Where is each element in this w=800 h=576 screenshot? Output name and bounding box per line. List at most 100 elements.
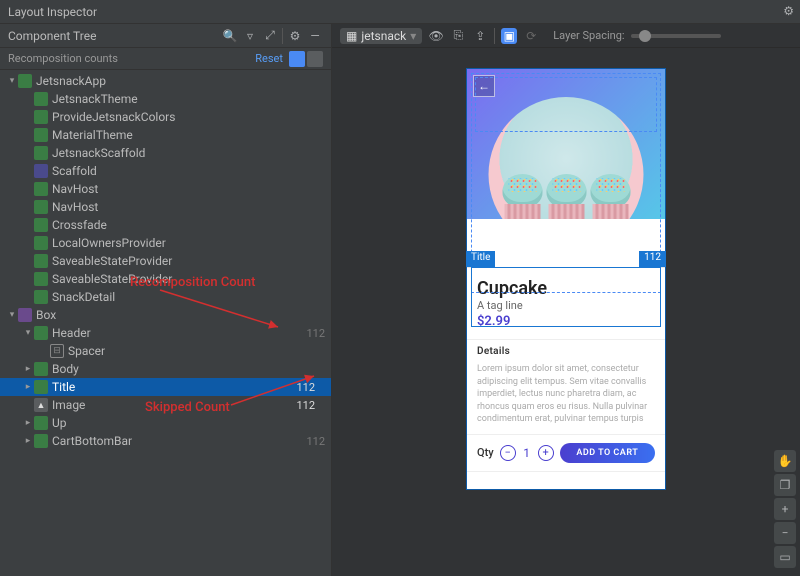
refresh-icon[interactable]: ⟳	[523, 28, 539, 44]
canvas-tools: ✋ ❐ + − ▭	[774, 450, 796, 568]
tree-row[interactable]: JetsnackTheme	[0, 90, 331, 108]
node-label: Header	[52, 326, 275, 340]
chevron-icon[interactable]: ▾	[6, 310, 18, 320]
qty-increment[interactable]: +	[538, 445, 554, 461]
settings-gear-icon[interactable]: ⚙	[783, 4, 794, 18]
node-label: SaveableStateProvider	[52, 254, 325, 268]
node-label: SaveableStateProvider	[52, 272, 325, 286]
pan-icon[interactable]: ✋	[774, 450, 796, 472]
eye-icon[interactable]: 👁	[428, 28, 444, 44]
app-selector[interactable]: ▦jetsnack▾	[340, 28, 422, 44]
compose-icon	[34, 326, 48, 340]
spacer-icon: ⊟	[50, 344, 64, 358]
tree-row[interactable]: NavHost	[0, 198, 331, 216]
zoom-in-icon[interactable]: +	[774, 498, 796, 520]
node-label: Image	[52, 398, 275, 412]
tree-row[interactable]: ▾JetsnackApp	[0, 72, 331, 90]
node-label: JetsnackTheme	[52, 92, 325, 106]
chevron-icon[interactable]: ▸	[22, 418, 34, 428]
compose-icon	[34, 380, 48, 394]
cart-bottom-bar: Qty − 1 + ADD TO CART	[467, 434, 665, 471]
search-icon[interactable]: 🔍	[222, 28, 238, 44]
recomposition-label: Recomposition counts	[8, 52, 118, 65]
node-label: NavHost	[52, 182, 325, 196]
expand-icon[interactable]: ⤢	[262, 28, 278, 44]
reset-link[interactable]: Reset	[255, 52, 283, 65]
tree-row[interactable]: ▸ Up	[0, 414, 331, 432]
gear-icon[interactable]: ⚙	[287, 28, 303, 44]
tree-row[interactable]: ⊟ Spacer	[0, 342, 331, 360]
tree-row[interactable]: LocalOwnersProvider	[0, 234, 331, 252]
chevron-icon[interactable]: ▾	[22, 328, 34, 338]
component-tree[interactable]: ▾JetsnackApp JetsnackTheme ProvideJetsnack…	[0, 70, 331, 576]
tree-row[interactable]: ProvideJetsnackColors	[0, 108, 331, 126]
layer-spacing-slider[interactable]	[631, 34, 721, 38]
preview-toolbar: ▦jetsnack▾ 👁 ⎘ ⇪ ▣ ⟳ Layer Spacing:	[332, 24, 800, 48]
preview-panel: ▦jetsnack▾ 👁 ⎘ ⇪ ▣ ⟳ Layer Spacing: ←	[332, 24, 800, 576]
tree-row[interactable]: ▸Body	[0, 360, 331, 378]
tree-row[interactable]: ▲Image112	[0, 396, 331, 414]
back-button[interactable]: ←	[473, 75, 495, 97]
chevron-icon[interactable]: ▸	[22, 436, 34, 446]
compose-icon	[34, 128, 48, 142]
tree-row[interactable]: JetsnackScaffold	[0, 144, 331, 162]
zoom-out-icon[interactable]: −	[774, 522, 796, 544]
node-label: Box	[36, 308, 325, 322]
compose-icon	[34, 218, 48, 232]
compose-icon	[34, 416, 48, 430]
product-tagline: A tag line	[477, 299, 655, 312]
chevron-icon[interactable]: ▸	[22, 364, 34, 374]
tree-header: Component Tree 🔍 ▿ ⤢ ⚙ —	[0, 24, 331, 48]
node-label: Spacer	[68, 344, 325, 358]
tree-row[interactable]: ▾ Header 112	[0, 324, 331, 342]
chevron-icon[interactable]: ▾	[6, 76, 18, 86]
selection-badge-name: Title	[466, 251, 495, 267]
minimize-icon[interactable]: —	[307, 28, 323, 44]
skipped-count: 112	[306, 435, 325, 448]
tree-row[interactable]: SaveableStateProvider	[0, 252, 331, 270]
filter-icon[interactable]: ▿	[242, 28, 258, 44]
tree-row[interactable]: SnackDetail	[0, 288, 331, 306]
tree-row[interactable]: ▸ Title 112	[0, 378, 331, 396]
compose-icon	[34, 110, 48, 124]
node-label: Title	[52, 380, 275, 394]
tree-row[interactable]: ▾ Box	[0, 306, 331, 324]
capture-icon[interactable]: ⎘	[450, 28, 466, 44]
qty-decrement[interactable]: −	[500, 445, 516, 461]
qty-label: Qty	[477, 446, 494, 459]
tree-row[interactable]: NavHost	[0, 180, 331, 198]
chevron-icon[interactable]: ▸	[22, 382, 34, 392]
node-label: Up	[52, 416, 325, 430]
layers-icon[interactable]: ❐	[774, 474, 796, 496]
skipped-count-icon	[307, 51, 323, 67]
tree-row[interactable]: ▸CartBottomBar112	[0, 432, 331, 450]
node-label: Scaffold	[52, 164, 325, 178]
tree-row[interactable]: SaveableStateProvider	[0, 270, 331, 288]
preview-canvas[interactable]: ← Title 112 Cupcake A tag line	[332, 48, 800, 576]
recomp-count: 112	[296, 381, 315, 394]
tree-row[interactable]: MaterialTheme	[0, 126, 331, 144]
compose-icon	[34, 146, 48, 160]
export-icon[interactable]: ⇪	[472, 28, 488, 44]
device-frame: ← Title 112 Cupcake A tag line	[466, 68, 666, 490]
panel-title: Layout Inspector	[8, 5, 97, 19]
compose-icon	[18, 74, 32, 88]
tree-row[interactable]: Scaffold	[0, 162, 331, 180]
mode-2d-icon[interactable]: ▣	[501, 28, 517, 44]
selection-badge-count: 112	[639, 251, 666, 267]
node-label: Crossfade	[52, 218, 325, 232]
android-icon: ▦	[346, 29, 357, 43]
node-label: LocalOwnersProvider	[52, 236, 325, 250]
node-label: NavHost	[52, 200, 325, 214]
node-label: JetsnackScaffold	[52, 146, 325, 160]
scaffold-icon	[34, 164, 48, 178]
product-image	[489, 97, 644, 219]
skipped-count: 112	[306, 327, 325, 340]
tree-row[interactable]: Crossfade	[0, 216, 331, 234]
compose-icon	[34, 182, 48, 196]
recomp-count: 112	[296, 399, 315, 412]
add-to-cart-button[interactable]: ADD TO CART	[560, 443, 655, 463]
compose-icon	[34, 200, 48, 214]
fit-icon[interactable]: ▭	[774, 546, 796, 568]
node-label: MaterialTheme	[52, 128, 325, 142]
